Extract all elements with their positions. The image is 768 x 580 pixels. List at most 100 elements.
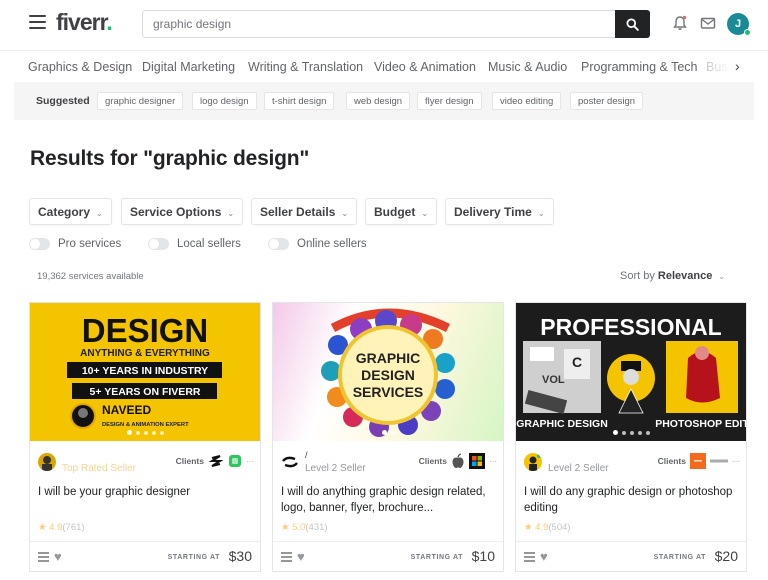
- notification-bell-icon[interactable]: [671, 14, 689, 32]
- messages-icon[interactable]: [699, 14, 717, 32]
- seller-avatar[interactable]: [38, 453, 56, 471]
- clients-label: Clients: [657, 456, 686, 466]
- toggle-label: Online sellers: [297, 238, 367, 250]
- gig-thumbnail-graphic: PROFESSIONAL C VOL GRAPHIC DESIGN PHOTOS…: [516, 314, 746, 430]
- suggested-tag[interactable]: logo design: [192, 92, 257, 110]
- gig-card: GRAPHIC DESIGN SERVICES / Level 2 Seller…: [272, 302, 504, 572]
- filter-label: Category: [38, 205, 91, 219]
- toggle-switch[interactable]: [148, 238, 169, 250]
- review-count: (761): [62, 522, 85, 533]
- category-writing-translation[interactable]: Writing & Translation: [248, 60, 363, 74]
- category-graphics-design[interactable]: Graphics & Design: [28, 60, 132, 74]
- suggested-tag[interactable]: video editing: [492, 92, 562, 110]
- suggested-tag[interactable]: graphic designer: [97, 92, 184, 110]
- gig-thumbnail[interactable]: DESIGN ANYTHING & EVERYTHING 10+ YEARS I…: [30, 303, 260, 441]
- seller-level-badge: Top Rated Seller: [62, 463, 136, 474]
- seller-level-badge: Level 2 Seller: [548, 463, 609, 474]
- carousel-dots[interactable]: [516, 430, 746, 435]
- gig-title[interactable]: I will be your graphic designer: [38, 485, 254, 501]
- search-button[interactable]: [615, 10, 650, 38]
- svg-text:C: C: [572, 354, 582, 370]
- card-footer: ♥ STARTING AT $20: [516, 541, 746, 572]
- filter-service-options[interactable]: Service Options ⌄: [121, 198, 244, 225]
- toggle-switch[interactable]: [29, 238, 50, 250]
- microsoft-logo-icon: [469, 453, 485, 469]
- services-count: 19,362 services available: [37, 271, 144, 282]
- seller-avatar[interactable]: [281, 453, 299, 471]
- category-programming-tech[interactable]: Programming & Tech: [581, 60, 698, 74]
- filter-label: Budget: [374, 205, 416, 219]
- gig-title[interactable]: I will do anything graphic design relate…: [281, 485, 497, 516]
- toggle-switch[interactable]: [268, 238, 289, 250]
- chevron-down-icon: ⌄: [718, 272, 726, 281]
- suggested-label: Suggested: [36, 95, 90, 107]
- gig-thumbnail-graphic: GRAPHIC DESIGN SERVICES: [321, 308, 455, 437]
- logo-text: fiverr: [56, 9, 107, 35]
- logo-dot: .: [106, 9, 112, 35]
- more-icon[interactable]: ⋯: [246, 457, 254, 466]
- category-digital-marketing[interactable]: Digital Marketing: [142, 60, 235, 74]
- toggle-local-sellers[interactable]: Local sellers: [148, 237, 241, 251]
- more-icon[interactable]: ⋯: [732, 457, 740, 466]
- category-music-audio[interactable]: Music & Audio: [488, 60, 567, 74]
- client-logo-icon: [208, 455, 224, 467]
- seller-row: Level 2 Seller Clients ⋯: [524, 453, 740, 475]
- sort-label: Sort by: [620, 270, 655, 282]
- starting-at-label: STARTING AT: [410, 554, 463, 561]
- suggested-tag[interactable]: t-shirt design: [264, 92, 335, 110]
- chevron-down-icon: ⌄: [537, 209, 545, 218]
- gig-thumbnail[interactable]: GRAPHIC DESIGN SERVICES: [273, 303, 503, 441]
- carousel-dots[interactable]: [273, 430, 503, 435]
- toggle-label: Pro services: [58, 238, 122, 250]
- gig-rating: ★ 4.9(504): [524, 522, 571, 533]
- filter-delivery-time[interactable]: Delivery Time ⌄: [445, 198, 554, 225]
- sort-dropdown[interactable]: Sort by Relevance ⌄: [620, 270, 725, 282]
- review-count: (431): [305, 522, 328, 533]
- toggle-online-sellers[interactable]: Online sellers: [268, 237, 367, 251]
- filter-label: Delivery Time: [454, 205, 532, 219]
- list-menu-icon[interactable]: [281, 552, 292, 562]
- suggested-tag[interactable]: web design: [346, 92, 411, 110]
- seller-name[interactable]: /: [305, 450, 308, 460]
- card-footer: ♥ STARTING AT $30: [30, 541, 260, 572]
- starting-at-label: STARTING AT: [653, 554, 706, 561]
- fiverr-logo[interactable]: fiverr.: [56, 9, 113, 36]
- rating-value: 4.9: [535, 522, 549, 533]
- heart-icon[interactable]: ♥: [54, 549, 62, 564]
- top-header: fiverr. graphic design J: [0, 0, 768, 48]
- heart-icon[interactable]: ♥: [297, 549, 305, 564]
- filter-budget[interactable]: Budget ⌄: [365, 198, 438, 225]
- seller-avatar[interactable]: [524, 453, 542, 471]
- suggested-bar: Suggested graphic designer logo design t…: [14, 82, 754, 120]
- filter-seller-details[interactable]: Seller Details ⌄: [251, 198, 358, 225]
- client-logo-icon: [710, 459, 728, 463]
- thumb-headline: DESIGN: [82, 312, 209, 349]
- suggested-tag[interactable]: poster design: [570, 92, 644, 110]
- chevron-right-icon[interactable]: ›: [735, 58, 740, 74]
- gig-thumbnail[interactable]: PROFESSIONAL C VOL GRAPHIC DESIGN PHOTOS…: [516, 303, 746, 441]
- category-video-animation[interactable]: Video & Animation: [374, 60, 476, 74]
- user-avatar[interactable]: J: [727, 13, 751, 36]
- gig-thumbnail-graphic: DESIGN ANYTHING & EVERYTHING 10+ YEARS I…: [67, 312, 222, 429]
- thumb-role: DESIGN & ANIMATION EXPERT: [102, 422, 189, 428]
- gig-title[interactable]: I will do any graphic design or photosho…: [524, 485, 740, 516]
- toggle-pro-services[interactable]: Pro services: [29, 237, 121, 251]
- more-icon[interactable]: ⋯: [489, 457, 497, 466]
- chevron-down-icon: ⌄: [421, 209, 429, 218]
- category-nav: Graphics & Design Digital Marketing Writ…: [0, 50, 768, 82]
- rating-value: 5.0: [292, 522, 306, 533]
- list-menu-icon[interactable]: [524, 552, 535, 562]
- hamburger-menu-icon[interactable]: [29, 15, 46, 29]
- filter-category[interactable]: Category ⌄: [29, 198, 112, 225]
- online-status-dot: [744, 29, 751, 36]
- chevron-down-icon: ⌄: [341, 209, 349, 218]
- suggested-tag[interactable]: flyer design: [417, 92, 482, 110]
- filter-label: Service Options: [130, 205, 222, 219]
- list-menu-icon[interactable]: [38, 552, 49, 562]
- clients-logos: Clients ⋯: [176, 453, 254, 469]
- carousel-dots[interactable]: [30, 430, 260, 435]
- toggle-label: Local sellers: [177, 238, 241, 250]
- clients-logos: Clients ⋯: [419, 453, 497, 469]
- search-input[interactable]: graphic design: [142, 10, 616, 38]
- heart-icon[interactable]: ♥: [540, 549, 548, 564]
